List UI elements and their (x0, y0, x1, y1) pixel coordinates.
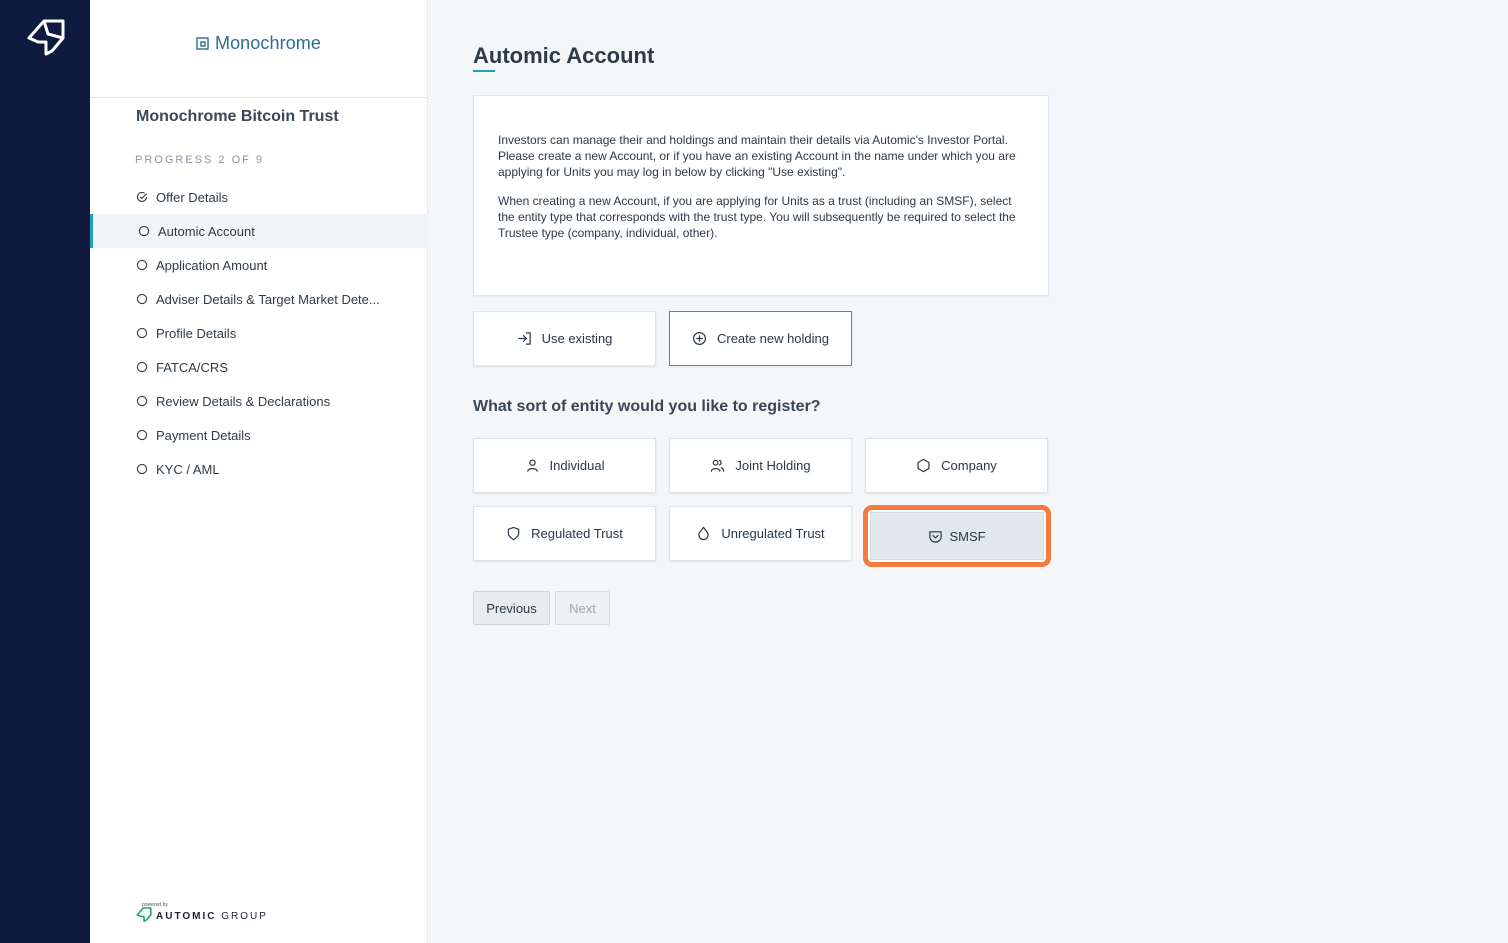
offer-title: Monochrome Bitcoin Trust (136, 108, 339, 125)
brand-name: Monochrome (214, 33, 322, 53)
plus-circle-icon (692, 331, 707, 346)
sidebar: Monochrome Monochrome Bitcoin Trust PROG… (90, 0, 428, 943)
monochrome-logo-icon (196, 37, 209, 50)
entity-individual-button[interactable]: Individual (473, 438, 656, 493)
smsf-highlight: SMSF (863, 505, 1051, 567)
step-profile-details[interactable]: Profile Details (90, 316, 428, 350)
step-list: Offer Details Automic Account Applicatio… (90, 180, 428, 486)
title-underline (473, 70, 495, 72)
powered-brand-bold: AUTOMIC (156, 910, 217, 922)
brand-header: Monochrome (90, 0, 427, 98)
entity-company-button[interactable]: Company (865, 438, 1048, 493)
circle-icon (136, 293, 148, 305)
info-paragraph: When creating a new Account, if you are … (498, 194, 1016, 240)
entity-label: Joint Holding (735, 458, 811, 473)
entity-label: Individual (549, 458, 605, 473)
entity-regulated-trust-button[interactable]: Regulated Trust (473, 506, 656, 561)
progress-label: PROGRESS 2 OF 9 (135, 154, 265, 166)
powered-brand-light: GROUP (221, 910, 268, 922)
step-label: FATCA/CRS (156, 359, 228, 375)
entity-label: Unregulated Trust (721, 526, 825, 541)
step-fatca-crs[interactable]: FATCA/CRS (90, 350, 428, 384)
next-button[interactable]: Next (555, 591, 610, 625)
check-circle-icon (136, 191, 148, 203)
step-review-details[interactable]: Review Details & Declarations (90, 384, 428, 418)
use-existing-label: Use existing (541, 331, 613, 346)
people-icon (711, 459, 725, 472)
create-new-holding-button[interactable]: Create new holding (669, 311, 852, 366)
circle-icon (138, 225, 150, 237)
step-label: Review Details & Declarations (156, 393, 331, 409)
entity-label: Company (941, 458, 997, 473)
step-adviser-details[interactable]: Adviser Details & Target Market Dete... (90, 282, 428, 316)
hexagon-icon (917, 458, 930, 473)
entity-label: Regulated Trust (531, 526, 623, 541)
person-icon (526, 459, 538, 472)
info-card: Investors can manage their and holdings … (473, 95, 1049, 296)
page-title: Automic Account (473, 43, 655, 68)
step-label: Payment Details (156, 427, 251, 443)
step-label: Application Amount (156, 257, 268, 273)
circle-icon (136, 463, 148, 475)
automic-logo-icon[interactable] (26, 16, 66, 56)
entity-label: SMSF (949, 528, 986, 544)
step-application-amount[interactable]: Application Amount (90, 248, 428, 282)
step-label: KYC / AML (156, 461, 220, 477)
shield-icon (507, 526, 520, 541)
previous-button[interactable]: Previous (473, 591, 550, 625)
drop-icon (698, 526, 709, 541)
step-label: Adviser Details & Target Market Dete... (156, 291, 380, 307)
automic-group-logo-icon (136, 907, 152, 922)
step-automic-account[interactable]: Automic Account (90, 214, 428, 248)
circle-icon (136, 395, 148, 407)
circle-icon (136, 429, 148, 441)
sign-in-icon (517, 332, 531, 345)
circle-icon (136, 327, 148, 339)
step-label: Profile Details (156, 325, 237, 341)
step-offer-details[interactable]: Offer Details (90, 180, 428, 214)
circle-icon (136, 259, 148, 271)
entity-smsf-button[interactable]: SMSF (870, 512, 1044, 560)
step-label: Automic Account (158, 223, 255, 239)
step-payment-details[interactable]: Payment Details (90, 418, 428, 452)
use-existing-button[interactable]: Use existing (473, 311, 656, 366)
entity-question: What sort of entity would you like to re… (473, 398, 821, 415)
entity-unregulated-trust-button[interactable]: Unregulated Trust (669, 506, 852, 561)
app-rail (0, 0, 90, 943)
powered-by-caption: powered by (142, 902, 168, 908)
step-kyc-aml[interactable]: KYC / AML (90, 452, 428, 486)
circle-icon (136, 361, 148, 373)
powered-by: powered by AUTOMIC GROUP (136, 902, 268, 922)
entity-joint-holding-button[interactable]: Joint Holding (669, 438, 852, 493)
step-label: Offer Details (156, 189, 229, 205)
create-new-holding-label: Create new holding (716, 331, 830, 346)
info-paragraph: Investors can manage their and holdings … (498, 133, 1016, 179)
pocket-shield-icon (929, 530, 943, 543)
